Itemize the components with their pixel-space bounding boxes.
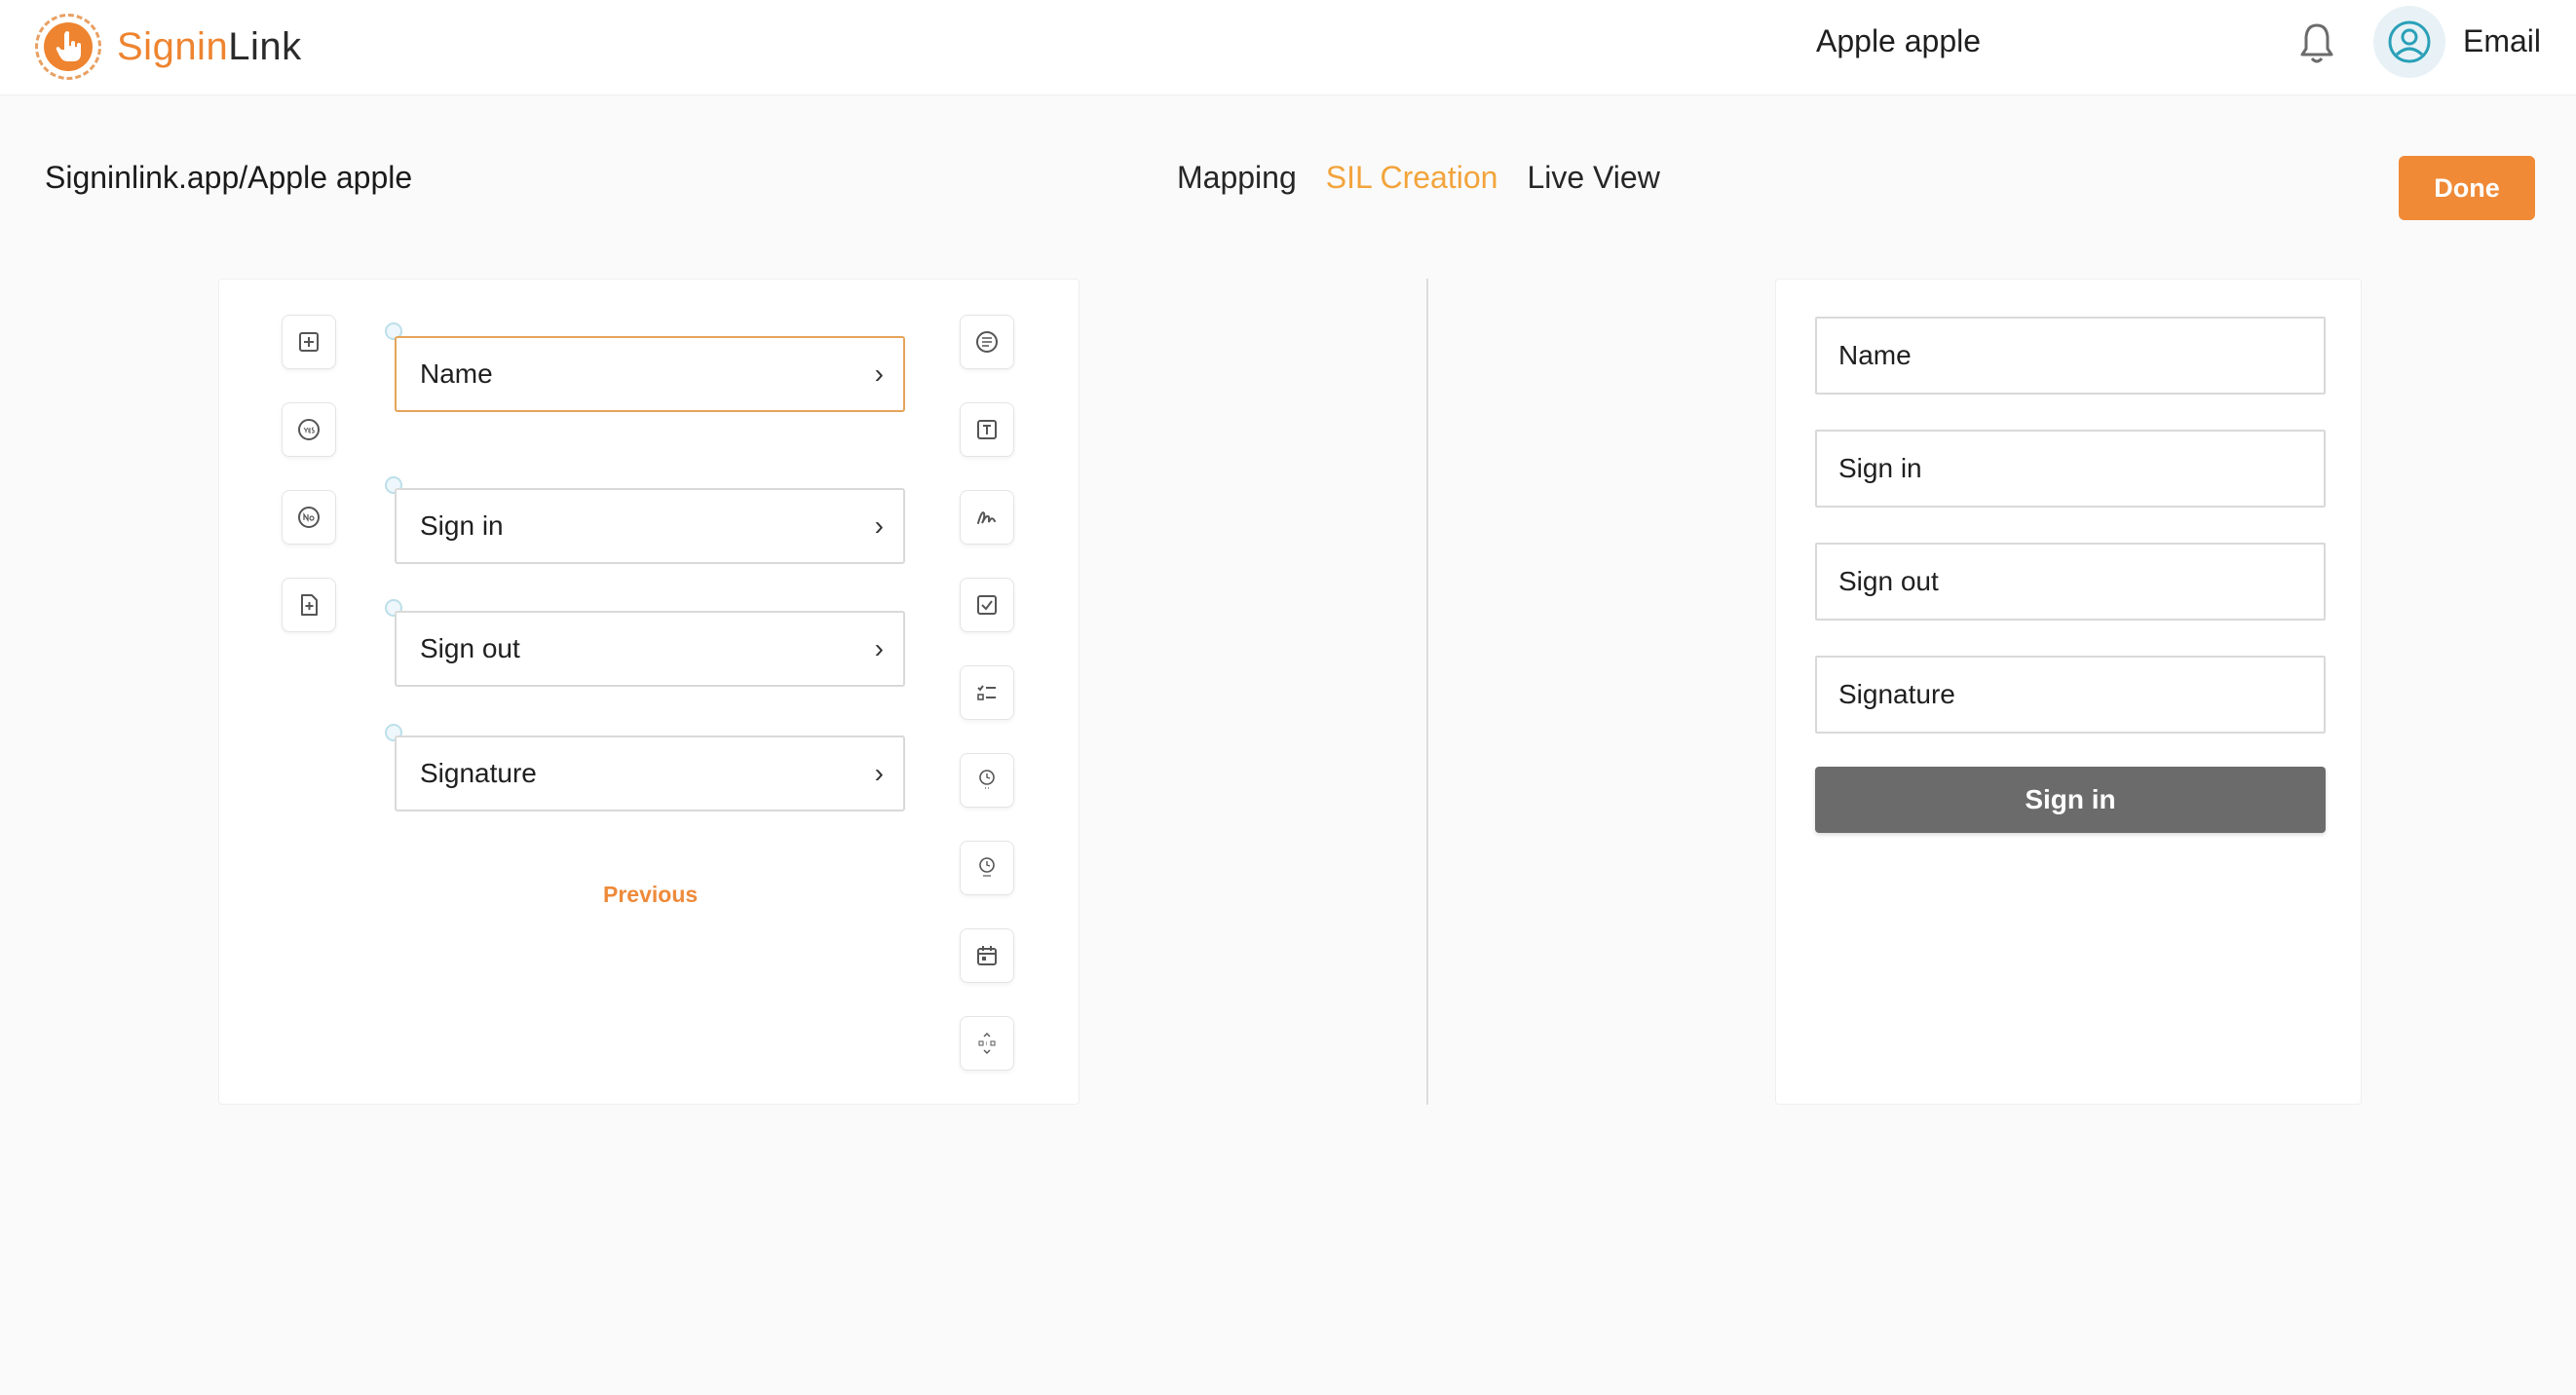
- chevron-right-icon: ›: [874, 510, 884, 541]
- user-circle-icon: [2388, 20, 2431, 63]
- done-button[interactable]: Done: [2399, 156, 2535, 220]
- form-builder-panel: Name › Sign in › Sign out › Signature › …: [218, 279, 1080, 1105]
- logo-mark: [35, 14, 101, 80]
- chevron-right-icon: ›: [874, 758, 884, 788]
- user-avatar[interactable]: [2373, 6, 2445, 78]
- text-icon[interactable]: [960, 402, 1014, 457]
- tab-live-view[interactable]: Live View: [1527, 160, 1659, 196]
- builder-field-sign-in[interactable]: Sign in ›: [395, 488, 905, 564]
- tab-sil-creation[interactable]: SIL Creation: [1326, 160, 1498, 196]
- tab-mapping[interactable]: Mapping: [1177, 160, 1297, 196]
- preview-sign-out-input[interactable]: [1815, 543, 2326, 621]
- builder-field-name[interactable]: Name ›: [395, 336, 905, 412]
- preview-sign-in-input[interactable]: [1815, 430, 2326, 508]
- no-icon[interactable]: [282, 490, 336, 545]
- field-label: Sign out: [420, 633, 520, 663]
- logo-text: SigninLink: [117, 25, 302, 69]
- hand-pointer-icon: [44, 22, 93, 71]
- paragraph-icon[interactable]: [960, 315, 1014, 369]
- builder-field-signature[interactable]: Signature ›: [395, 735, 905, 811]
- signature-icon[interactable]: [960, 490, 1014, 545]
- email-label[interactable]: Email: [2463, 23, 2541, 59]
- time-out-icon[interactable]: [960, 841, 1014, 895]
- top-bar: SigninLink Apple apple Email: [0, 0, 2576, 95]
- tabs: Mapping SIL Creation Live View: [1177, 160, 1660, 196]
- preview-sign-in-button[interactable]: Sign in: [1815, 767, 2326, 833]
- builder-field-sign-out[interactable]: Sign out ›: [395, 611, 905, 687]
- time-in-icon[interactable]: [960, 753, 1014, 808]
- chevron-right-icon: ›: [874, 358, 884, 389]
- field-label: Name: [420, 358, 493, 389]
- calendar-icon[interactable]: [960, 928, 1014, 983]
- preview-signature-input[interactable]: [1815, 656, 2326, 734]
- panel-divider: [1426, 279, 1428, 1105]
- add-page-icon[interactable]: [282, 578, 336, 632]
- chevron-right-icon: ›: [874, 633, 884, 663]
- previous-link[interactable]: Previous: [603, 882, 698, 908]
- yes-icon[interactable]: [282, 402, 336, 457]
- time-stepper-icon[interactable]: [960, 1016, 1014, 1071]
- bell-icon[interactable]: [2297, 21, 2336, 66]
- field-label: Signature: [420, 758, 537, 788]
- workspace-name: Apple apple: [1816, 23, 1982, 58]
- add-field-icon[interactable]: [282, 315, 336, 369]
- preview-name-input[interactable]: [1815, 317, 2326, 395]
- checkbox-icon[interactable]: [960, 578, 1014, 632]
- live-preview-panel: Sign in: [1775, 279, 2362, 1105]
- logo-text-part2: Link: [228, 24, 302, 68]
- breadcrumb: Signinlink.app/Apple apple: [45, 160, 413, 195]
- checklist-icon[interactable]: [960, 665, 1014, 720]
- logo-text-part1: Signin: [117, 24, 229, 68]
- logo[interactable]: SigninLink: [35, 10, 302, 84]
- field-label: Sign in: [420, 510, 504, 541]
